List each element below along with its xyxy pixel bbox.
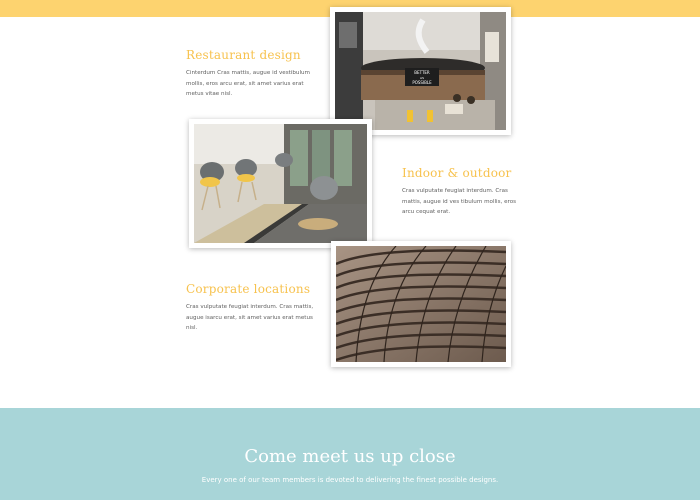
chairs-interior-photo — [189, 119, 372, 248]
feature-text-line: Cras vulputate feugiat interdum. Cras ma… — [186, 304, 314, 310]
feature-text-line: mattis, augue id ves tibulum mollis, ero… — [402, 198, 517, 205]
restaurant-photo: BETTER AS POSSIBLE — [330, 7, 511, 135]
feature-text-line: augue isarcu erat, sit amet varius erat … — [186, 314, 313, 321]
feature-text-line: nisl. — [186, 325, 198, 332]
feature-text-line: mollis, eros arcu erat, sit amet varius … — [186, 80, 304, 87]
svg-text:POSSIBLE: POSSIBLE — [412, 80, 432, 85]
building-facade-photo — [331, 241, 511, 367]
cta-subtitle: Every one of our team members is devoted… — [201, 476, 499, 484]
feature-text-line: arcu cequat erat. — [402, 209, 451, 216]
feature-title-indoor-outdoor: Indoor & outdoor — [402, 166, 512, 180]
feature-title-restaurant: Restaurant design — [186, 48, 301, 62]
svg-text:BETTER: BETTER — [414, 70, 430, 75]
cta-title: Come meet us up close — [244, 446, 456, 467]
feature-text-corporate: Cras vulputate feugiat interdum. Cras ma… — [186, 302, 326, 334]
feature-text-line: Cras vulputate feugiat interdum. Cras — [402, 188, 508, 194]
feature-text-indoor-outdoor: Cras vulputate feugiat interdum. Cras ma… — [402, 186, 542, 218]
feature-text-line: metus vitae nisl. — [186, 91, 233, 98]
feature-text-line: Cinterdum Cras mattis, augue id vestibul… — [186, 70, 311, 76]
feature-text-restaurant: Cinterdum Cras mattis, augue id vestibul… — [186, 68, 326, 100]
feature-title-corporate: Corporate locations — [186, 282, 311, 296]
